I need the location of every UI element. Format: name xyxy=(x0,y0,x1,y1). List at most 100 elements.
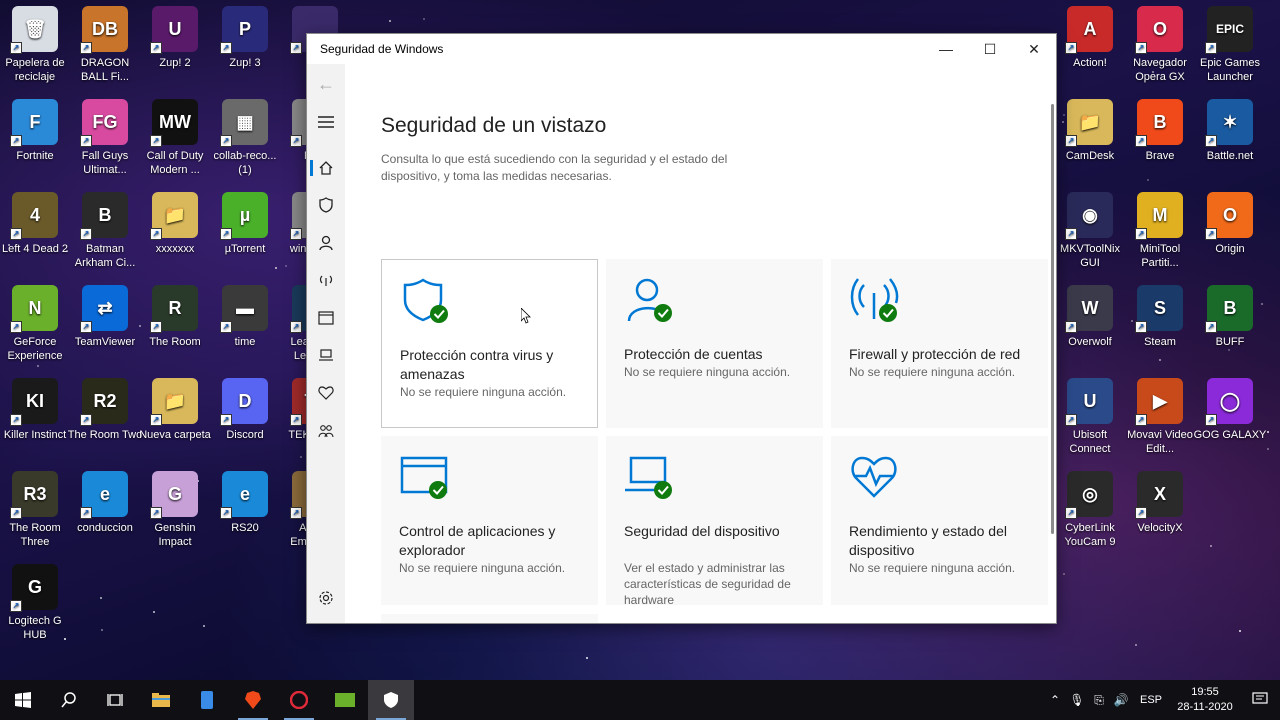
desktop-icon[interactable]: 📁 ↗ Nueva carpeta xyxy=(139,378,211,468)
tile-account-check[interactable]: Protección de cuentas No se requiere ning… xyxy=(606,259,823,428)
microphone-icon[interactable]: 🎙 xyxy=(1066,693,1088,707)
tile-status: No se requiere ninguna acción. xyxy=(624,365,791,379)
desktop-icon[interactable]: ▬ ↗ time xyxy=(210,285,280,375)
tile-status: No se requiere ninguna acción. xyxy=(399,561,566,575)
desktop-icon[interactable]: EPIC ↗ Epic Games Launcher xyxy=(1195,6,1265,96)
tile-laptop-check[interactable]: Seguridad del dispositivo Ver el estado y… xyxy=(606,436,823,607)
language-indicator[interactable]: ESP xyxy=(1132,694,1170,706)
back-arrow-icon[interactable]: ← xyxy=(307,70,345,98)
desktop-icon[interactable]: ✶ ↗ Battle.net xyxy=(1195,99,1265,189)
desktop-icon[interactable]: P ↗ Zup! 3 xyxy=(210,6,280,96)
shortcut-arrow-icon: ↗ xyxy=(290,42,302,54)
clock[interactable]: 19:55 28-11-2020 xyxy=(1170,685,1240,715)
desktop-icon[interactable]: N ↗ GeForce Experience xyxy=(0,285,70,375)
desktop-icon-label: Overwolf xyxy=(1068,336,1112,348)
desktop-icon-image: A↗ xyxy=(1065,6,1113,54)
shortcut-arrow-icon: ↗ xyxy=(290,135,302,147)
desktop-icon[interactable]: e ↗ RS20 xyxy=(210,471,280,561)
app-browser-icon[interactable] xyxy=(307,304,345,332)
family-icon[interactable] xyxy=(307,417,345,445)
start-button[interactable] xyxy=(0,680,46,720)
desktop-icon[interactable]: 4 ↗ Left 4 Dead 2 xyxy=(0,192,70,282)
tile-heart-pulse[interactable]: Rendimiento y estado del dispositivo No s… xyxy=(831,436,1048,605)
desktop-icon[interactable]: M ↗ MiniTool Partiti... xyxy=(1125,192,1195,282)
desktop-icon[interactable]: U ↗ Ubisoft Connect xyxy=(1055,378,1125,468)
desktop-icon[interactable]: R2 ↗ The Room Two xyxy=(68,378,142,468)
heart-pulse-icon[interactable] xyxy=(307,379,345,407)
desktop-icon[interactable]: 📁 ↗ CamDesk xyxy=(1055,99,1125,189)
desktop-icon[interactable]: KI ↗ Killer Instinct xyxy=(0,378,70,468)
desktop-icon[interactable]: G ↗ Logitech G HUB xyxy=(0,564,70,654)
tile-antenna-check[interactable]: Firewall y protección de red No se requie… xyxy=(831,259,1048,428)
desktop-icon[interactable]: U ↗ Zup! 2 xyxy=(140,6,210,96)
desktop-icon[interactable]: 📁 ↗ xxxxxxx xyxy=(140,192,210,282)
desktop-icon-label: CyberLink YouCam 9 xyxy=(1064,522,1116,548)
network-antenna-icon[interactable] xyxy=(307,266,345,294)
desktop-icon-image: B ↗ xyxy=(1205,285,1253,333)
search-icon[interactable] xyxy=(46,680,92,720)
scrollbar[interactable] xyxy=(1051,104,1054,534)
desktop-icon[interactable]: 🗑 ↗ Papelera de reciclaje xyxy=(0,6,70,96)
brave-taskbar-icon[interactable] xyxy=(230,680,276,720)
desktop-icon-image: O ↗ xyxy=(1205,192,1253,240)
network-icon[interactable]: ⎘ xyxy=(1088,693,1110,708)
task-view-icon[interactable] xyxy=(92,680,138,720)
desktop-icon[interactable]: R3 ↗ The Room Three xyxy=(0,471,70,561)
desktop-icon[interactable]: B ↗ BUFF xyxy=(1195,285,1265,375)
desktop-icon[interactable]: µ ↗ µTorrent xyxy=(210,192,280,282)
home-icon[interactable] xyxy=(307,154,345,182)
minimize-button[interactable]: — xyxy=(924,34,968,64)
desktop-icon[interactable]: ◯ ↗ GOG GALAXY xyxy=(1194,378,1266,468)
desktop-icon-image: ◎ ↗ xyxy=(1065,471,1113,519)
maximize-button[interactable]: ☐ xyxy=(968,34,1012,64)
tile-browser-check[interactable]: Control de aplicaciones y explorador No s… xyxy=(381,436,598,605)
windows-security-taskbar-icon[interactable] xyxy=(368,680,414,720)
desktop-icon[interactable]: B ↗ Batman Arkham Ci... xyxy=(70,192,140,282)
opera-gx-taskbar-icon[interactable] xyxy=(276,680,322,720)
desktop-icon[interactable]: MW ↗ Call of Duty Modern ... xyxy=(140,99,210,189)
hamburger-menu-icon[interactable] xyxy=(307,108,345,136)
desktop-icon-label: collab-reco... (1) xyxy=(213,150,277,176)
desktop-icon[interactable]: ▦ ↗ collab-reco... (1) xyxy=(210,99,280,189)
app-blue-icon[interactable] xyxy=(184,680,230,720)
desktop-icon[interactable]: DB ↗ DRAGON BALL Fi... xyxy=(70,6,140,96)
shield-icon[interactable] xyxy=(307,191,345,219)
desktop-icon[interactable]: ◎ ↗ CyberLink YouCam 9 xyxy=(1055,471,1125,561)
desktop-icon-image: D ↗ xyxy=(220,378,268,426)
desktop-icon[interactable]: X ↗ VelocityX xyxy=(1125,471,1195,561)
shortcut-arrow-icon: ↗ xyxy=(1065,42,1077,54)
desktop-icon[interactable]: D ↗ Discord xyxy=(210,378,280,468)
laptop-icon[interactable] xyxy=(307,341,345,369)
tile-partial[interactable] xyxy=(381,614,598,623)
desktop-icon[interactable]: B ↗ Brave xyxy=(1125,99,1195,189)
desktop-icon[interactable]: ◉ ↗ MKVToolNix GUI xyxy=(1055,192,1125,282)
desktop-icon[interactable]: ▶ ↗ Movavi Video Edit... xyxy=(1125,378,1195,468)
desktop-icon[interactable]: O ↗ Navegador Opera GX xyxy=(1125,6,1195,96)
desktop-icon[interactable]: ⇄ ↗ TeamViewer xyxy=(70,285,140,375)
desktop-icon[interactable]: R ↗ The Room xyxy=(140,285,210,375)
desktop-icon[interactable]: W ↗ Overwolf xyxy=(1055,285,1125,375)
desktop-icon[interactable]: S ↗ Steam xyxy=(1125,285,1195,375)
chevron-up-icon[interactable]: ⌃ xyxy=(1044,693,1066,707)
desktop-icon[interactable]: FG ↗ Fall Guys Ultimat... xyxy=(70,99,140,189)
volume-icon[interactable]: 🔊 xyxy=(1110,693,1132,707)
tile-shield-check[interactable]: Protección contra virus y amenazas No se … xyxy=(381,259,598,428)
nvidia-taskbar-icon[interactable] xyxy=(322,680,368,720)
desktop-icon[interactable]: O ↗ Origin xyxy=(1195,192,1265,282)
shortcut-arrow-icon: ↗ xyxy=(220,228,232,240)
account-icon[interactable] xyxy=(307,229,345,257)
desktop-icon-label: TeamViewer xyxy=(74,336,136,348)
desktop-icon-label: GeForce Experience xyxy=(7,336,63,362)
desktop-icon[interactable]: e ↗ conduccion xyxy=(70,471,140,561)
title-bar[interactable]: Seguridad de Windows — ☐ ✕ xyxy=(307,34,1056,64)
desktop-icon[interactable]: F ↗ Fortnite xyxy=(0,99,70,189)
desktop-icon[interactable]: G ↗ Genshin Impact xyxy=(140,471,210,561)
notifications-icon[interactable] xyxy=(1240,691,1280,709)
settings-gear-icon[interactable] xyxy=(307,584,345,612)
clock-time: 19:55 xyxy=(1191,686,1219,698)
desktop-icon-label: Ubisoft Connect xyxy=(1069,429,1111,455)
desktop-icon[interactable]: A ↗ Action! xyxy=(1055,6,1125,96)
star xyxy=(586,657,588,659)
close-button[interactable]: ✕ xyxy=(1012,34,1056,64)
file-explorer-icon[interactable] xyxy=(138,680,184,720)
